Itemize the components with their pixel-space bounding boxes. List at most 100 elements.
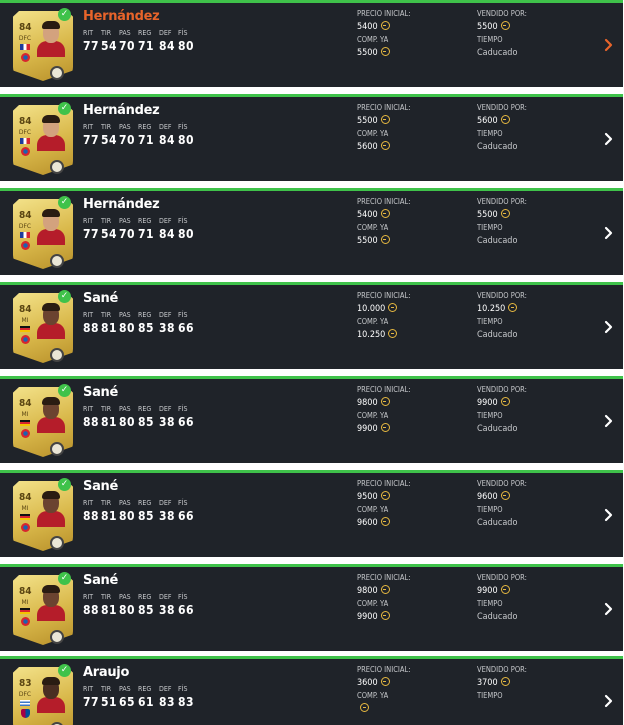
- coin-icon: [500, 397, 510, 406]
- coin-icon: [380, 115, 390, 124]
- transfer-item-row[interactable]: 84 MI ✓ Sané RIT 88 TIR 81 PAS 80 REG 85 DEF 38 FÍ…: [0, 376, 623, 463]
- checkmark-icon: ✓: [58, 384, 71, 397]
- club-badge-icon: [21, 53, 30, 62]
- transfer-item-row[interactable]: 84 MI ✓ Sané RIT 88 TIR 81 PAS 80 REG 85 DEF 38 FÍ…: [0, 564, 623, 651]
- stat-2: PAS 80: [119, 593, 137, 617]
- card-rating: 84: [19, 116, 32, 127]
- checkmark-icon: ✓: [58, 290, 71, 303]
- initial-price-label: PRECIO INICIAL:: [357, 197, 411, 206]
- price-column-initial: PRECIO INICIAL: 5400 COMP. YA 5500: [357, 9, 411, 61]
- card-rating: 84: [19, 586, 32, 597]
- club-badge-icon: [21, 617, 30, 626]
- transfer-item-row[interactable]: 84 DFC ✓ Hernández RIT 77 TIR 54 PAS 70 REG 71 D…: [0, 0, 623, 87]
- stat-value: 66: [178, 509, 195, 523]
- coin-icon: [388, 329, 398, 338]
- time-status: Caducado: [477, 518, 518, 528]
- stat-value: 77: [83, 39, 100, 53]
- checkmark-icon: ✓: [58, 664, 71, 677]
- stat-2: PAS 80: [119, 311, 137, 335]
- stat-label: TIR: [101, 311, 112, 319]
- player-portrait: [37, 677, 65, 713]
- card-rating: 83: [19, 678, 32, 689]
- player-card[interactable]: 84 MI: [13, 293, 73, 363]
- player-portrait: [37, 303, 65, 339]
- coin-icon: [380, 209, 390, 218]
- transfer-list: 84 DFC ✓ Hernández RIT 77 TIR 54 PAS 70 REG 71 D…: [0, 0, 624, 725]
- stat-label: PAS: [119, 123, 131, 131]
- initial-price-value: 10.000: [357, 301, 411, 317]
- player-name: Hernández: [83, 197, 160, 212]
- transfer-item-row[interactable]: 84 DFC ✓ Hernández RIT 77 TIR 54 PAS 70 REG 71 D…: [0, 188, 623, 275]
- stat-value: 71: [138, 227, 155, 241]
- chevron-right-icon[interactable]: [602, 131, 616, 147]
- transfer-item-row[interactable]: 84 MI ✓ Sané RIT 88 TIR 81 PAS 80 REG 85 DEF 38 FÍ…: [0, 282, 623, 369]
- time-status: Caducado: [477, 330, 518, 340]
- transfer-item-row[interactable]: 83 DFC ✓ Araujo RIT 77 TIR 51 PAS 65 REG 61 DEF 8…: [0, 656, 623, 725]
- stat-label: TIR: [101, 593, 112, 601]
- stat-value: 88: [83, 509, 100, 523]
- transfer-item-row[interactable]: 84 DFC ✓ Hernández RIT 77 TIR 54 PAS 70 REG 71 D…: [0, 94, 623, 181]
- time-label: TIEMPO: [477, 691, 503, 700]
- chevron-right-icon[interactable]: [602, 413, 616, 429]
- price-column-initial: PRECIO INICIAL: 10.000 COMP. YA 10.250: [357, 291, 411, 343]
- player-card[interactable]: 84 DFC: [13, 11, 73, 81]
- chevron-right-icon[interactable]: [602, 37, 616, 53]
- buy-now-label: COMP. YA: [357, 505, 389, 514]
- initial-price-label: PRECIO INICIAL:: [357, 385, 411, 394]
- player-card[interactable]: 84 DFC: [13, 199, 73, 269]
- chevron-right-icon[interactable]: [602, 601, 616, 617]
- sold-for-label: VENDIDO POR:: [477, 573, 527, 582]
- stat-label: PAS: [119, 29, 131, 37]
- stat-label: DEF: [159, 499, 172, 507]
- sold-for-label: VENDIDO POR:: [477, 9, 527, 18]
- checkmark-icon: ✓: [58, 102, 71, 115]
- stat-label: REG: [138, 405, 152, 413]
- time-label: TIEMPO: [477, 129, 503, 138]
- time-status: Caducado: [477, 236, 518, 246]
- stat-value: 88: [83, 415, 100, 429]
- price-column-initial: PRECIO INICIAL: 5500 COMP. YA 5600: [357, 103, 411, 155]
- chevron-right-icon[interactable]: [602, 693, 616, 709]
- sold-for-value: 5500: [477, 19, 527, 35]
- stat-value: 77: [83, 133, 100, 147]
- player-card[interactable]: 84 MI: [13, 481, 73, 551]
- transfer-item-row[interactable]: 84 MI ✓ Sané RIT 88 TIR 81 PAS 80 REG 85 DEF 38 FÍ…: [0, 470, 623, 557]
- stat-2: PAS 80: [119, 499, 137, 523]
- stat-value: 80: [178, 227, 195, 241]
- stat-3: REG 71: [138, 123, 156, 147]
- player-card[interactable]: 84 DFC: [13, 105, 73, 175]
- card-position: MI: [21, 317, 29, 324]
- player-card[interactable]: 84 MI: [13, 575, 73, 645]
- stat-label: FÍS: [178, 217, 188, 225]
- stat-1: TIR 81: [101, 593, 119, 617]
- time-label: TIEMPO: [477, 35, 503, 44]
- stat-value: 38: [159, 321, 176, 335]
- stat-label: RIT: [83, 311, 94, 319]
- sold-for-value: 9900: [477, 395, 527, 411]
- stat-label: FÍS: [178, 311, 188, 319]
- card-position: MI: [21, 411, 29, 418]
- buy-now-label: COMP. YA: [357, 411, 389, 420]
- stat-label: REG: [138, 123, 152, 131]
- stat-3: REG 85: [138, 405, 156, 429]
- stat-value: 81: [101, 603, 118, 617]
- stat-value: 83: [159, 695, 176, 709]
- coin-icon: [380, 585, 390, 594]
- stat-5: FÍS 66: [178, 499, 196, 523]
- initial-price-value: 9800: [357, 395, 411, 411]
- chevron-right-icon[interactable]: [602, 507, 616, 523]
- initial-price-label: PRECIO INICIAL:: [357, 291, 411, 300]
- stat-2: PAS 70: [119, 29, 137, 53]
- stat-value: 54: [101, 133, 118, 147]
- player-card[interactable]: 84 MI: [13, 387, 73, 457]
- price-column-initial: PRECIO INICIAL: 9800 COMP. YA 9900: [357, 385, 411, 437]
- time-status: Caducado: [477, 142, 518, 152]
- stat-value: 85: [138, 603, 155, 617]
- card-rating: 84: [19, 22, 32, 33]
- chevron-right-icon[interactable]: [602, 225, 616, 241]
- stat-label: PAS: [119, 217, 131, 225]
- stat-5: FÍS 80: [178, 29, 196, 53]
- chevron-right-icon[interactable]: [602, 319, 616, 335]
- stat-value: 84: [159, 133, 176, 147]
- stat-0: RIT 77: [83, 685, 101, 709]
